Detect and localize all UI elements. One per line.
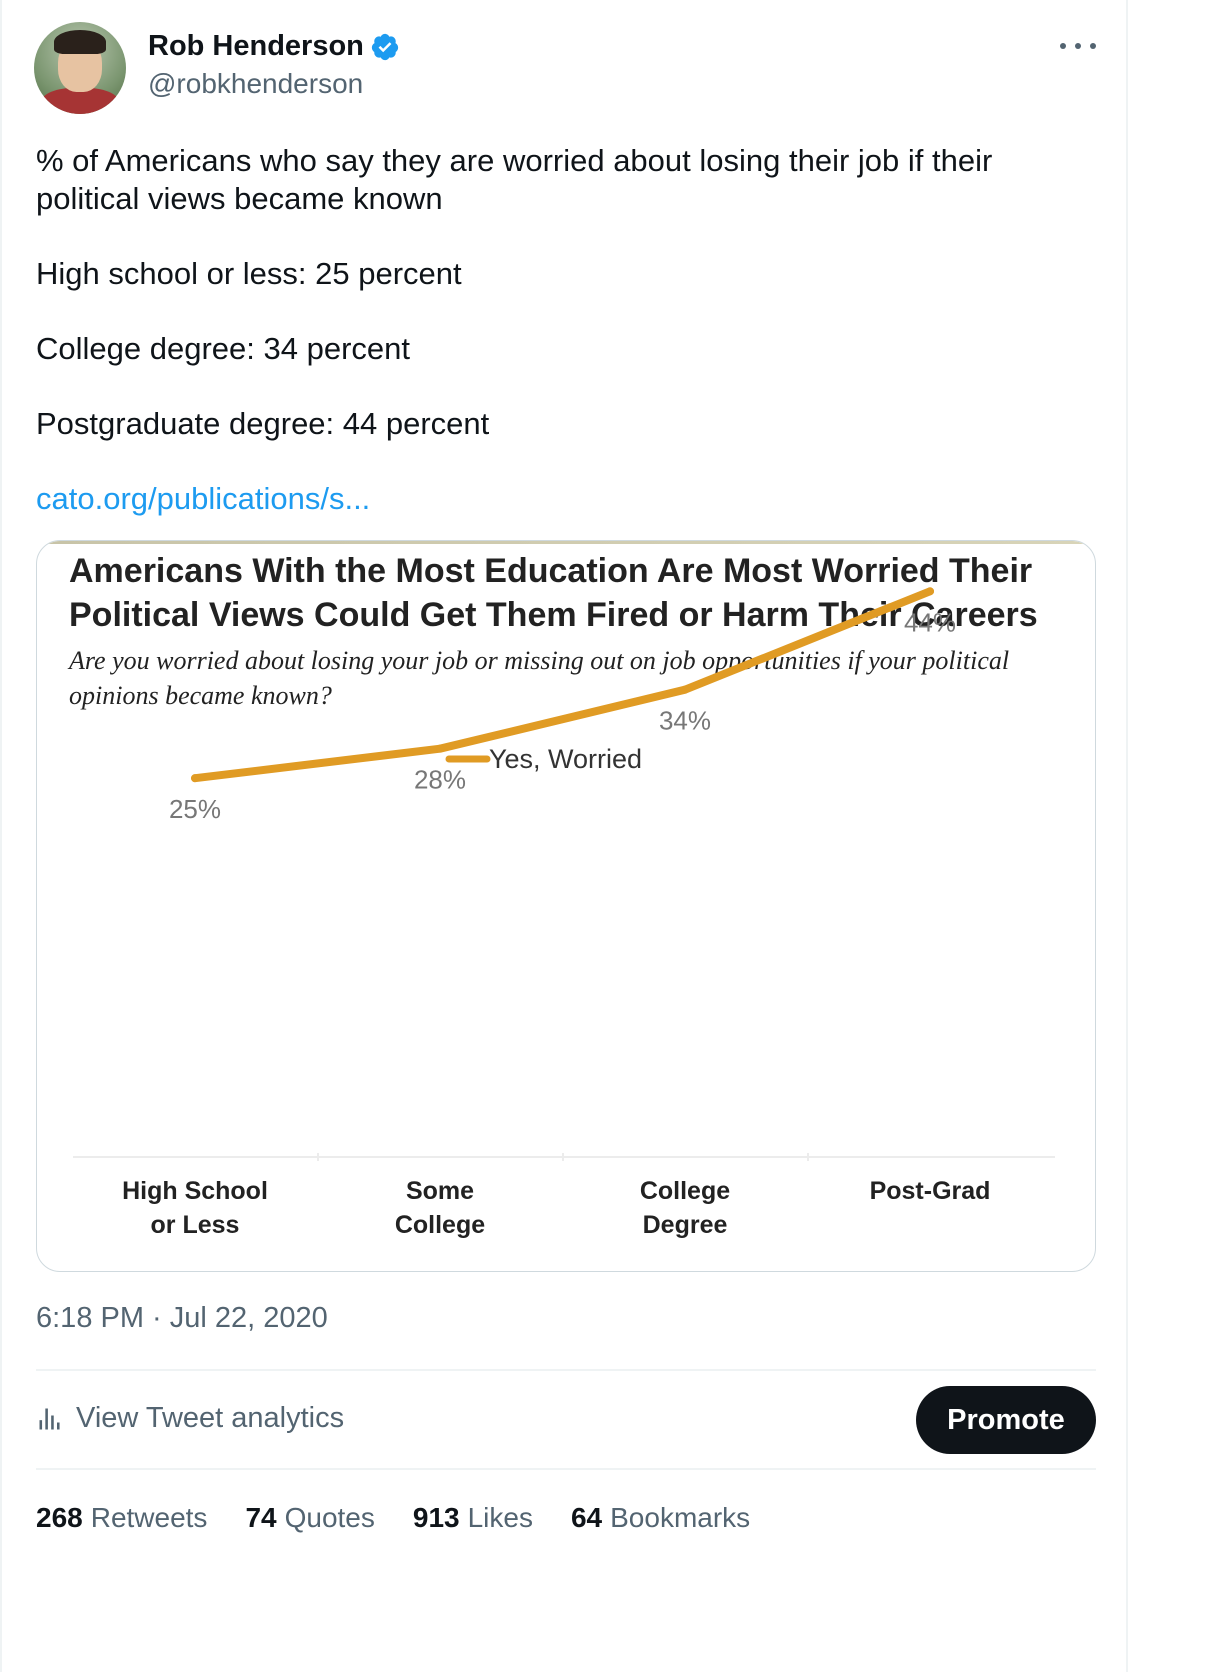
tweet-link[interactable]: cato.org/publications/s... (36, 480, 1096, 518)
chart-card[interactable]: Americans With the Most Education Are Mo… (36, 540, 1096, 1272)
more-options-icon[interactable] (1060, 34, 1096, 58)
stat-count: 268 (36, 1502, 83, 1533)
tweet-timestamp[interactable]: 6:18 PM · Jul 22, 2020 (36, 1302, 328, 1335)
engagement-stats: 268 Retweets 74 Quotes 913 Likes 64 Bookmark… (36, 1502, 750, 1534)
stat-quotes[interactable]: 74 Quotes (245, 1502, 374, 1534)
verified-badge-icon (371, 33, 399, 60)
data-label: 28% (414, 765, 466, 795)
stat-likes[interactable]: 913 Likes (413, 1502, 533, 1534)
stat-label: Likes (467, 1502, 533, 1533)
x-tick-label: College (640, 1177, 730, 1205)
author-handle[interactable]: @robkhenderson (148, 68, 363, 100)
tweet-text-line: Postgraduate degree: 44 percent (36, 406, 490, 441)
data-point (191, 774, 199, 783)
stat-label: Quotes (284, 1502, 375, 1533)
x-tick-label: Post-Grad (870, 1177, 991, 1205)
promote-button[interactable]: Promote (916, 1386, 1096, 1454)
divider (36, 1369, 1096, 1371)
stat-label: Retweets (90, 1502, 208, 1533)
data-point (436, 744, 444, 753)
stat-label: Bookmarks (610, 1502, 751, 1533)
tweet-text-line: High school or less: 25 percent (36, 256, 462, 291)
stat-count: 64 (570, 1502, 603, 1533)
x-tick-label: College (395, 1211, 485, 1239)
bar-chart-icon (39, 1408, 60, 1429)
x-tick-label: Some (406, 1177, 474, 1205)
x-tick-label: Degree (643, 1211, 728, 1239)
x-tick-label: or Less (151, 1211, 240, 1239)
data-label: 25% (169, 794, 221, 824)
divider (36, 1468, 1096, 1470)
stat-count: 913 (412, 1502, 460, 1533)
legend-label: Yes, Worried (489, 744, 642, 774)
line-chart: Yes, Worried 25% 28% 34% 44% High School or Le… (73, 587, 1055, 1239)
author-name-row: Rob Henderson (148, 30, 400, 63)
stat-count: 74 (245, 1502, 277, 1533)
data-point (926, 587, 934, 596)
data-point (681, 685, 689, 694)
data-label: 34% (659, 706, 711, 736)
data-label: 44% (904, 607, 956, 637)
tweet: Rob Henderson @robkhenderson % of Americ… (0, 0, 1128, 1672)
x-tick-label: High School (122, 1177, 268, 1205)
author-display-name[interactable]: Rob Henderson (148, 30, 364, 63)
tweet-text-line: % of Americans who say they are worried … (36, 143, 993, 216)
tweet-text-line: College degree: 34 percent (36, 331, 410, 366)
analytics-label: View Tweet analytics (76, 1402, 345, 1434)
view-analytics-link[interactable]: View Tweet analytics (36, 1402, 344, 1435)
avatar[interactable] (34, 22, 126, 114)
stat-retweets[interactable]: 268 Retweets (36, 1502, 207, 1534)
stat-bookmarks[interactable]: 64 Bookmarks (571, 1502, 750, 1534)
